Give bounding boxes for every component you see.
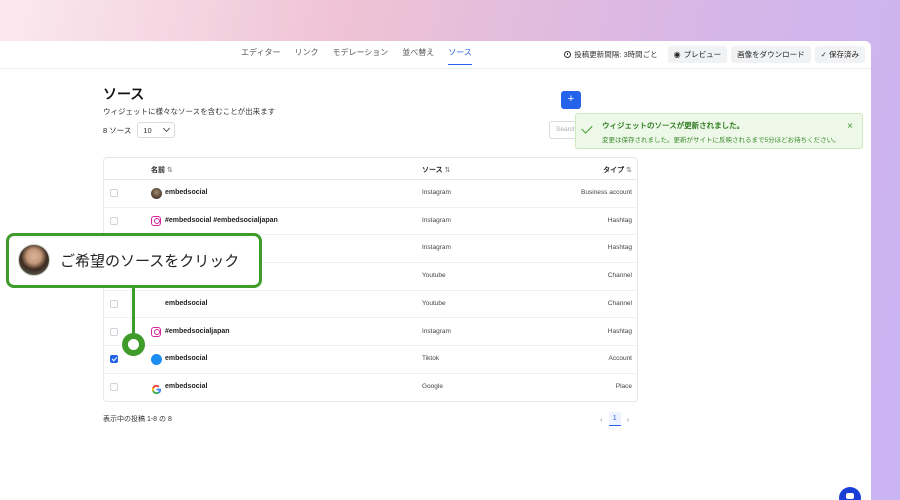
guide-avatar [18,244,50,276]
row-type: Hashtag [607,216,632,224]
clock-icon [564,51,572,58]
row-name: #embedsocial #embedsocialjapan [165,216,278,224]
header-type-label: タイプ [603,167,625,174]
row-checkbox[interactable] [110,327,118,336]
row-checkbox[interactable] [110,382,118,391]
toast-title: ウィジェットのソースが更新されました。 [602,121,745,130]
row-source: Instagram [422,216,451,224]
row-name: embedsocial [165,299,208,307]
google-icon [151,381,162,394]
table-row[interactable]: #embedsocial #embedsocialjapan Instagram… [104,208,637,236]
row-name: embedsocial [165,189,208,196]
page-subtitle: ウィジェットに様々なソースを含むことが出来ます [103,107,276,116]
row-source: Google [422,382,443,390]
row-type: Business account [581,189,632,196]
next-page-icon[interactable]: › [627,415,630,424]
row-type: Hashtag [607,244,632,252]
row-type: Channel [607,299,632,307]
page-size-select[interactable]: 10 [137,122,176,138]
row-checkbox-checked[interactable] [110,355,118,364]
page-size-value: 10 [143,125,152,135]
table-row[interactable]: embedsocial Google Place [104,374,637,402]
callout-pointer-dot [122,333,145,356]
tab-editor[interactable]: エディター [241,41,280,65]
row-type: Channel [607,272,632,280]
download-image-button[interactable]: 画像をダウンロード [731,46,811,63]
table-row[interactable]: embedsocial Youtube Channel [104,291,637,319]
callout-text: ご希望のソースをクリック [60,253,240,270]
table-row[interactable]: #embedsocialjapan Instagram Hashtag [104,319,637,347]
header-source-label: ソース [422,167,443,174]
row-source: Instagram [422,327,451,335]
close-icon[interactable]: × [847,121,853,132]
sort-icon: ⇅ [626,167,632,174]
row-source: Tiktok [422,355,440,363]
add-source-button[interactable]: + [561,91,581,109]
tab-sources[interactable]: ソース [448,41,472,65]
tab-moderation[interactable]: モデレーション [332,41,388,65]
preview-button[interactable]: ◉ プレビュー [667,46,728,63]
schedule-info[interactable]: 投稿更新間隔: 3時間ごと [564,49,658,60]
count-row: 8 ソース 10 [103,122,176,138]
row-source: Youtube [422,272,446,280]
showing-count: 表示中の投稿 1-8 の 8 [103,416,172,423]
row-type: Hashtag [607,327,632,335]
header-name-label: 名前 [151,167,165,174]
row-checkbox[interactable] [110,299,118,308]
callout-pointer-line [132,288,135,336]
success-toast: ウィジェットのソースが更新されました。 変更は保存されました。更新がサイトに反映… [575,113,863,149]
row-name: embedsocial [165,382,208,390]
row-source: Instagram [422,244,451,252]
row-name: embedsocial [165,355,208,363]
instagram-icon [151,215,161,226]
row-source: Youtube [422,299,446,307]
header-type[interactable]: タイプ ⇅ [603,165,632,175]
instagram-icon [151,326,161,337]
sort-icon: ⇅ [167,167,173,174]
row-type: Account [608,355,633,363]
row-checkbox[interactable] [110,189,118,197]
prev-page-icon[interactable]: ‹ [600,415,603,424]
table-row[interactable]: embedsocial Instagram Business account [104,180,637,208]
tutorial-callout: ご希望のソースをクリック [6,233,262,288]
sort-icon: ⇅ [444,167,451,174]
header-source[interactable]: ソース ⇅ [422,165,451,175]
toast-body: 変更は保存されました。更新がサイトに反映されるまで5分ほどお待ちください。 [602,137,840,144]
table-row[interactable]: embedsocial Tiktok Account [104,346,637,374]
pagination: ‹ 1 › [600,412,629,426]
row-checkbox[interactable] [110,216,118,225]
top-actions: 投稿更新間隔: 3時間ごと ◉ プレビュー 画像をダウンロード ✓ 保存済み [564,46,865,63]
row-name: #embedsocialjapan [165,327,230,335]
page-number[interactable]: 1 [608,412,621,426]
row-type: Place [615,382,632,390]
check-icon [581,122,593,134]
eye-icon: ◉ [673,50,681,59]
tab-sorting[interactable]: 並べ替え [402,41,434,65]
avatar [151,188,162,199]
tab-bar: エディター リンク モデレーション 並べ替え ソース [241,41,472,69]
schedule-text: 投稿更新間隔: 3時間ごと [574,50,658,59]
page-title: ソース [103,86,145,102]
tab-links[interactable]: リンク [294,41,318,65]
source-count: 8 ソース [103,125,132,135]
avatar [151,354,162,366]
header-name[interactable]: 名前 ⇅ [151,165,173,175]
saved-button[interactable]: ✓ 保存済み [814,46,865,63]
table-header: 名前 ⇅ ソース ⇅ タイプ ⇅ [104,158,637,180]
preview-label: プレビュー [683,50,722,59]
chevron-down-icon [163,124,171,133]
top-navigation-bar: エディター リンク モデレーション 並べ替え ソース 投稿更新間隔: 3時間ごと… [0,41,871,69]
row-source: Instagram [422,189,451,196]
